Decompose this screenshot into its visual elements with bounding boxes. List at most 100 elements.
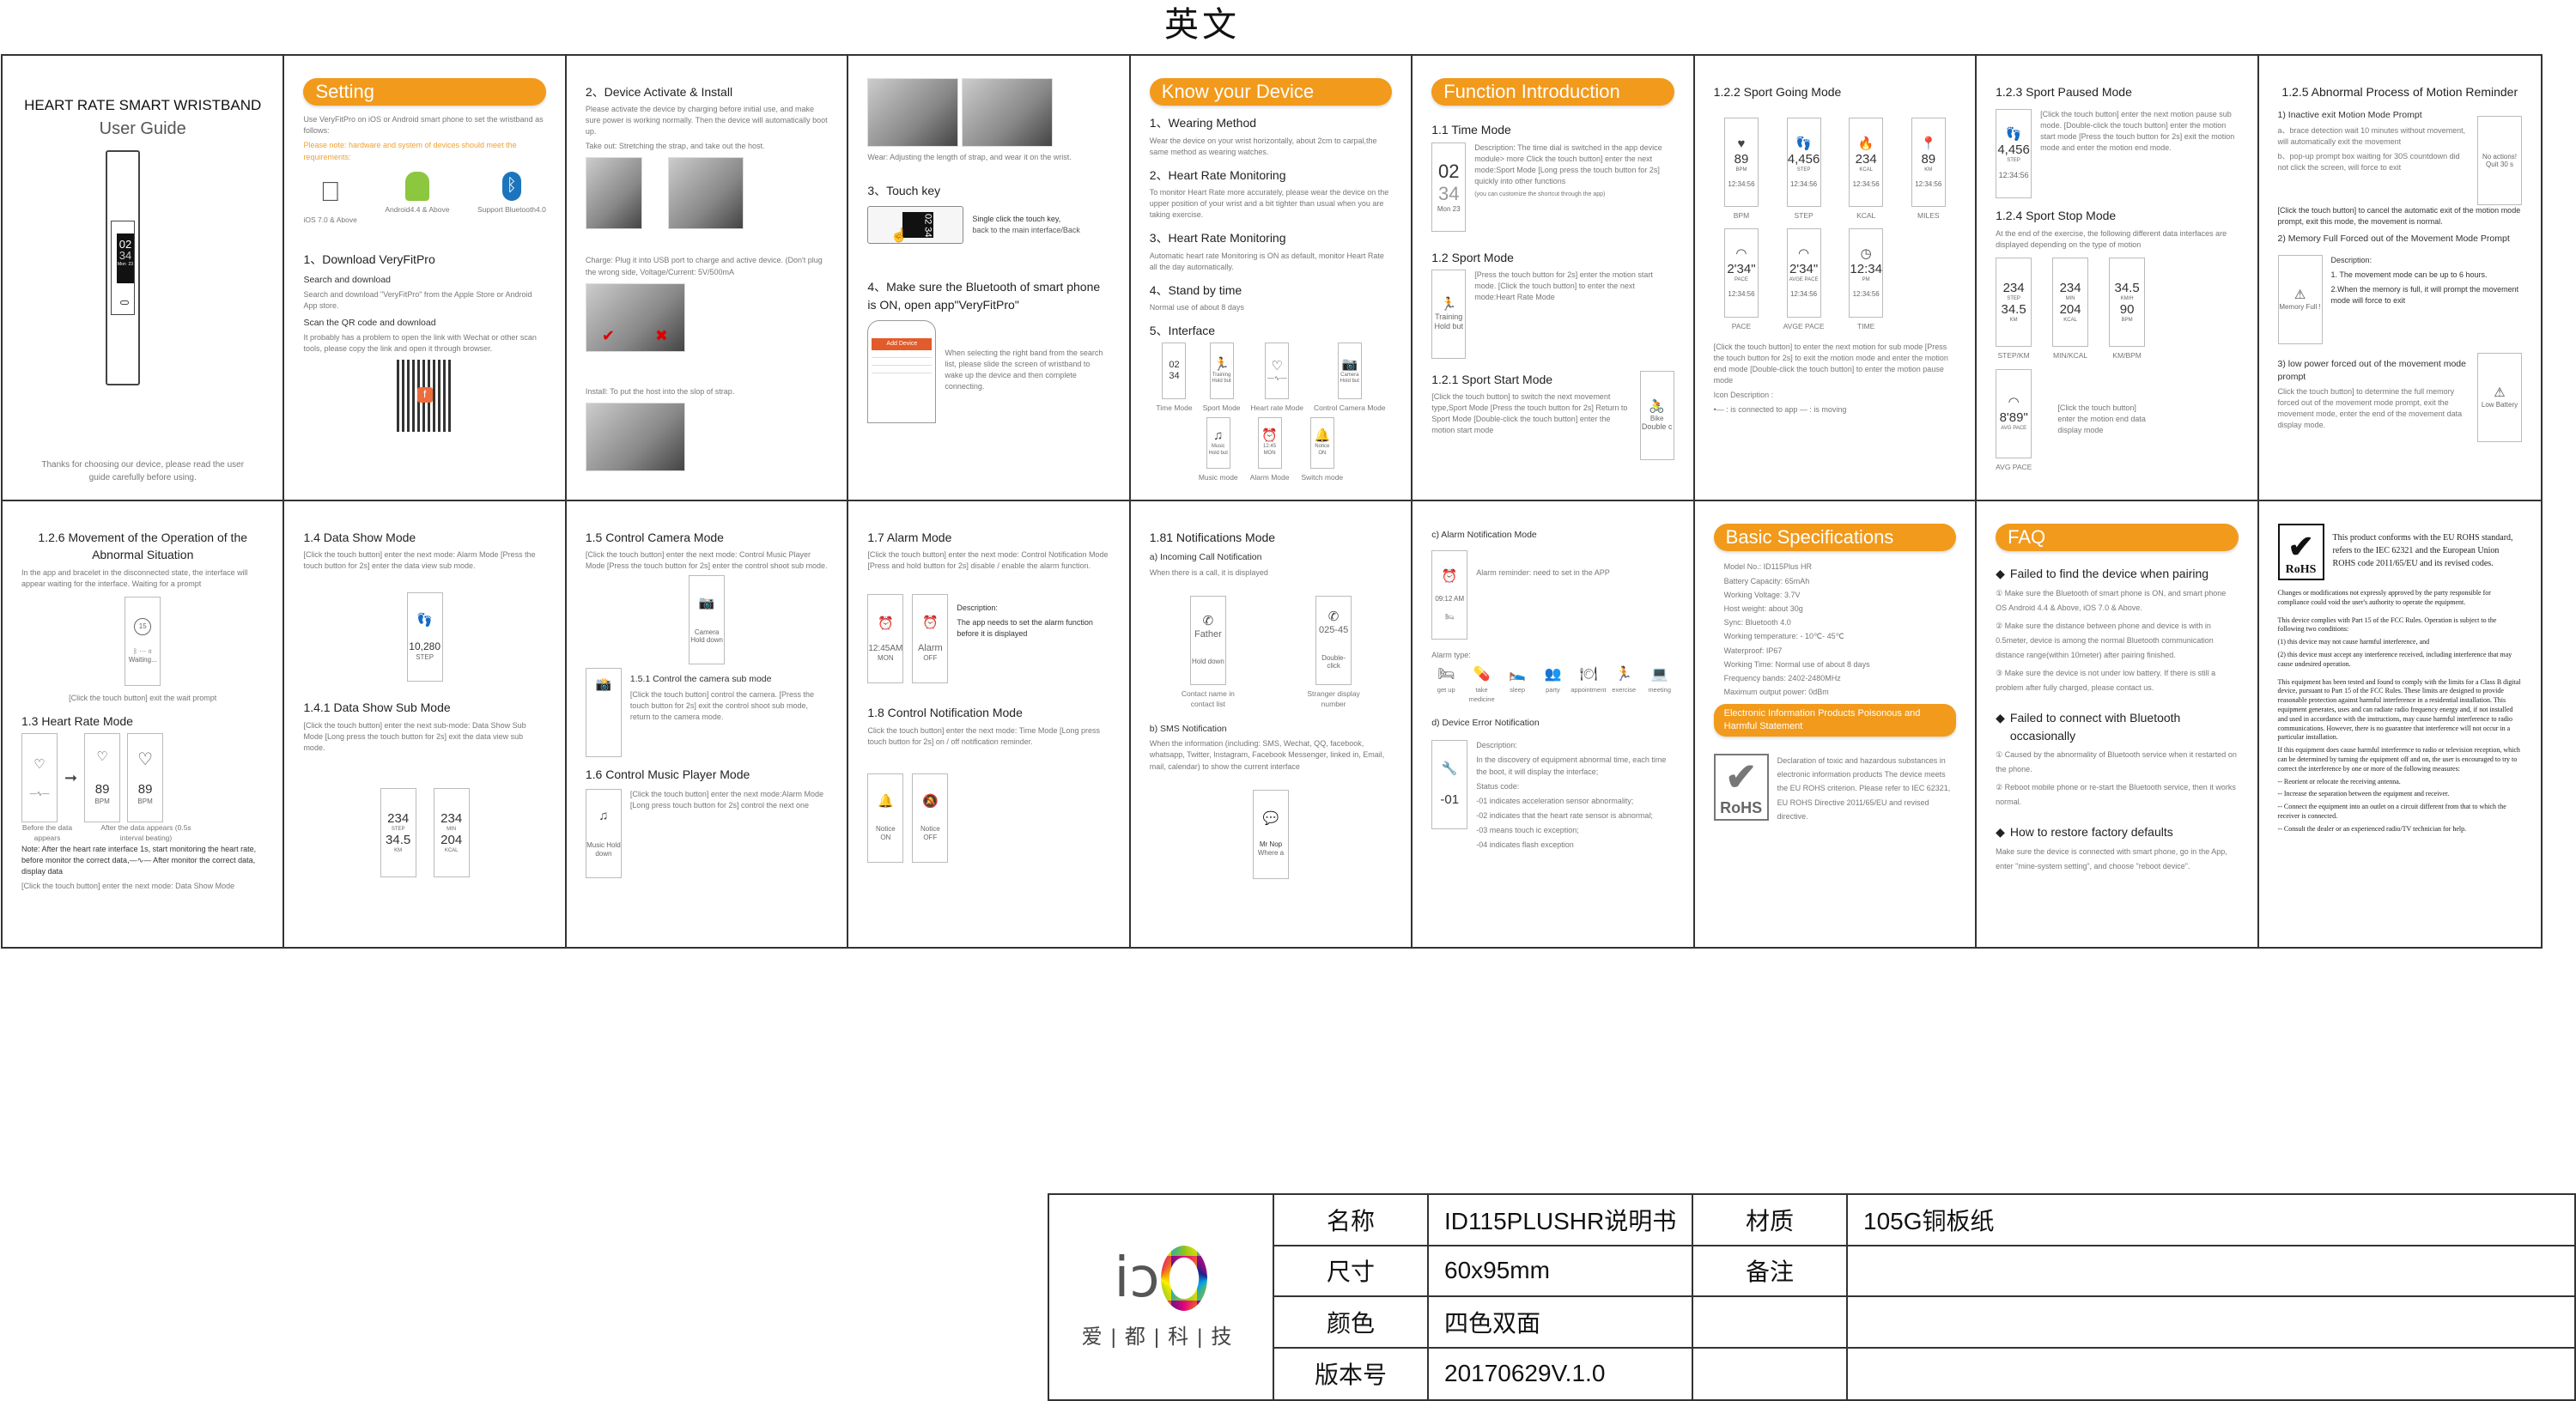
sport-start-screen: 🚴 Bike Double c [1639,370,1674,460]
memory-full-screen: ⚠ Memory Full ! [2277,254,2323,344]
paused-screen: 👣 4,456 STEP 12:34:56 [1996,109,2032,199]
sport-stop-screen: 34.5 KM/H 90 BPM [2109,257,2146,347]
data-show-screen: 👣 10,280 STEP [406,592,443,682]
location-icon: 📍 [1920,136,1937,151]
panel-wear: Wear: Adjusting the length of strap, and… [848,56,1131,501]
camera-sub-screen: 📸 [585,668,622,758]
bluetooth-icon: ᛒ ··· ▯ [133,647,153,656]
checkmark-icon: ✔ [1725,755,1758,798]
camera-icon: 📷 [698,595,715,610]
panel-movement: 1.2.6 Movement of the Operation of the A… [3,501,285,947]
rohs-logo: ✔ RoHS [2277,524,2324,580]
sport-going-item: 👣 4,456 STEP 12:34:56 STEP [1776,118,1832,221]
runner-icon: 🏃 [1440,297,1457,312]
faq-answer: ② Reboot mobile phone or re-start the Bl… [1996,783,2236,807]
spec-key: 名称 [1274,1195,1429,1246]
sport-going-screen: 🔥 234 KCAL 12:34:56 [1849,118,1884,208]
qr-code[interactable] [396,360,453,433]
panel-setting: Setting Use VeryFitPro on iOS or Android… [284,56,567,501]
alarm-notif-screen: ⏰ 09:12 AM 🛏 [1431,550,1468,640]
panel-camera: 1.5 Control Camera Mode [Click the touch… [567,501,849,947]
panel-cover: HEART RATE SMART WRISTBAND User Guide 02… [3,56,285,501]
alarm-on-screen: ⏰ 12:45AM MON [867,594,904,684]
time-mode-screen: 02 34 Mon 23 [1431,142,1467,232]
sport-going-screen: ♥ 89 BPM 12:34:56 [1723,118,1759,208]
phone-icon: ✆ [1202,614,1214,629]
heart-icon: ♡ [33,757,46,773]
logo-ring [1161,1245,1208,1311]
spec-value: 20170629V.1.0 [1429,1348,1693,1399]
panel-faq: FAQ ◆ Failed to find the device when pair… [1977,501,2259,947]
alarm-type-item: 🍽 appointment [1571,664,1606,695]
finger-icon: ☝ [890,228,908,244]
faq-answer: ② Make sure the distance between phone a… [1996,621,2214,660]
document-title: 英文 [1164,5,1240,45]
wrench-icon: 🔧 [1441,761,1458,777]
data-show-sub-screen: 234 STEP 34.5 KM [380,787,416,877]
alarm-type-item: 💻 meeting [1645,664,1674,695]
faq-answer: ① Caused by the abnormality of Bluetooth… [1996,749,2237,774]
call-stranger-screen: ✆ 025-45 Double-click [1315,595,1352,685]
faq-header: FAQ [1996,524,2239,552]
low-battery-screen: ⚠ Low Battery [2477,352,2522,442]
cross-icon: ✖ [654,327,668,345]
faq-question: ◆ How to restore factory defaults [1996,823,2238,840]
know-header: Know your Device [1149,78,1393,106]
spec-value: 105G铜板纸 [1848,1195,2576,1246]
speedometer-icon: ◠ [2008,395,2020,410]
alarm-type-item: 🛏 get up [1431,664,1461,695]
sleep-icon: 🛌 [1509,667,1526,682]
spec-value [1848,1246,2576,1297]
camera-switch-icon: 📸 [595,677,612,693]
manual-sheet: HEART RATE SMART WRISTBAND User Guide 02… [1,54,2543,949]
spec-item: Maximum output power: 0dBm [1723,688,1829,697]
panel-sport-paused: 1.2.3 Sport Paused Mode 👣 4,456 STEP 12:34:… [1977,56,2259,501]
panel-sport-going: 1.2.2 Sport Going Mode ♥ 89 BPM 12:34:56 BPM… [1694,56,1978,501]
panel-data-show: 1.4 Data Show Mode [Click the touch butt… [284,501,567,947]
logo-letters: iↄ [1114,1246,1160,1310]
waiting-screen: 15 ᛒ ··· ▯ Waiting... [125,596,161,686]
bell-off-icon: 🔕 [921,794,939,810]
panel-abnormal: 1.2.5 Abnormal Process of Motion Reminde… [2258,56,2541,501]
spec-item: Waterproof: IP67 [1723,646,1783,655]
interface-grid: 02 34 Time Mode 🏃 Training Hold but Sport M… [1150,343,1392,413]
footsteps-icon: 👣 [416,613,433,628]
alarm-type-item: 👥 party [1538,664,1567,695]
spec-item: Working temperature: - 10℃- 45℃ [1723,632,1844,641]
spec-key [1693,1297,1848,1349]
android-icon [404,171,429,201]
alarm-off-icon: ⏰ [921,616,939,630]
spec-value [1848,1349,2576,1400]
sport-stop-screens: 234 STEP 34.5 KM STEP/KM 234 MIN 204 KCAL MIN/KCA… [1996,257,2238,361]
wristband-screen: 02 34 Mon 23 [117,234,134,283]
no-actions-screen: No actions! Quit 30 s [2477,116,2522,206]
sport-going-item: 🔥 234 KCAL 12:34:56 KCAL [1838,118,1894,221]
panel-know-device: Know your Device 1、Wearing Method Wear t… [1130,56,1413,501]
panel-function: Function Introduction 1.1 Time Mode 02 34… [1413,56,1695,501]
pill-icon: 💊 [1473,667,1491,682]
clock-icon: ◷ [1860,246,1872,262]
charge-photo: ✔ ✖ [585,282,685,352]
sport-going-screens: ♥ 89 BPM 12:34:56 BPM 👣 4,456 STEP 12:34:56 STEP 🔥… [1714,118,1956,331]
spec-value: 60x95mm [1429,1246,1693,1297]
spec-key: 备注 [1693,1246,1848,1297]
heart-icon: ♡ [96,749,108,765]
sport-stop-screen: 234 MIN 204 KCAL [2052,257,2089,347]
take-out-photo [667,157,744,230]
spec-value: 四色双面 [1429,1297,1693,1349]
spec-item: Battery Capacity: 65mAh [1723,576,1810,585]
sport-going-screen: ◷ 12:34 PM 12:34:56 [1849,227,1884,318]
data-show-sub-screen: 234 MIN 204 KCAL [433,787,470,877]
panel-alarm-notification: c) Alarm Notification Mode ⏰ 09:12 AM 🛏 Al… [1413,501,1695,947]
sport-going-item: ◠ 2'34" AVGE PACE 12:34:56 AVGE PACE [1776,227,1832,331]
heart-icon: ♡ [137,750,154,770]
notice-off-screen: 🔕 Notice OFF [912,773,949,863]
alarm-off-screen: ⏰ Alarm OFF [912,594,949,684]
speedometer-icon: ◠ [1735,246,1747,262]
diamond-bullet-icon: ◆ [1996,825,2005,840]
alarm-icon: ⏰ [877,616,894,631]
camera-screen: 📷 Camera Hold down [689,575,726,665]
sport-going-item: 📍 89 KM 12:34:56 MILES [1900,118,1956,221]
spec-item: Working Time: Normal use of about 8 days [1723,659,1870,669]
camera-icon: 📷 [1341,357,1358,373]
